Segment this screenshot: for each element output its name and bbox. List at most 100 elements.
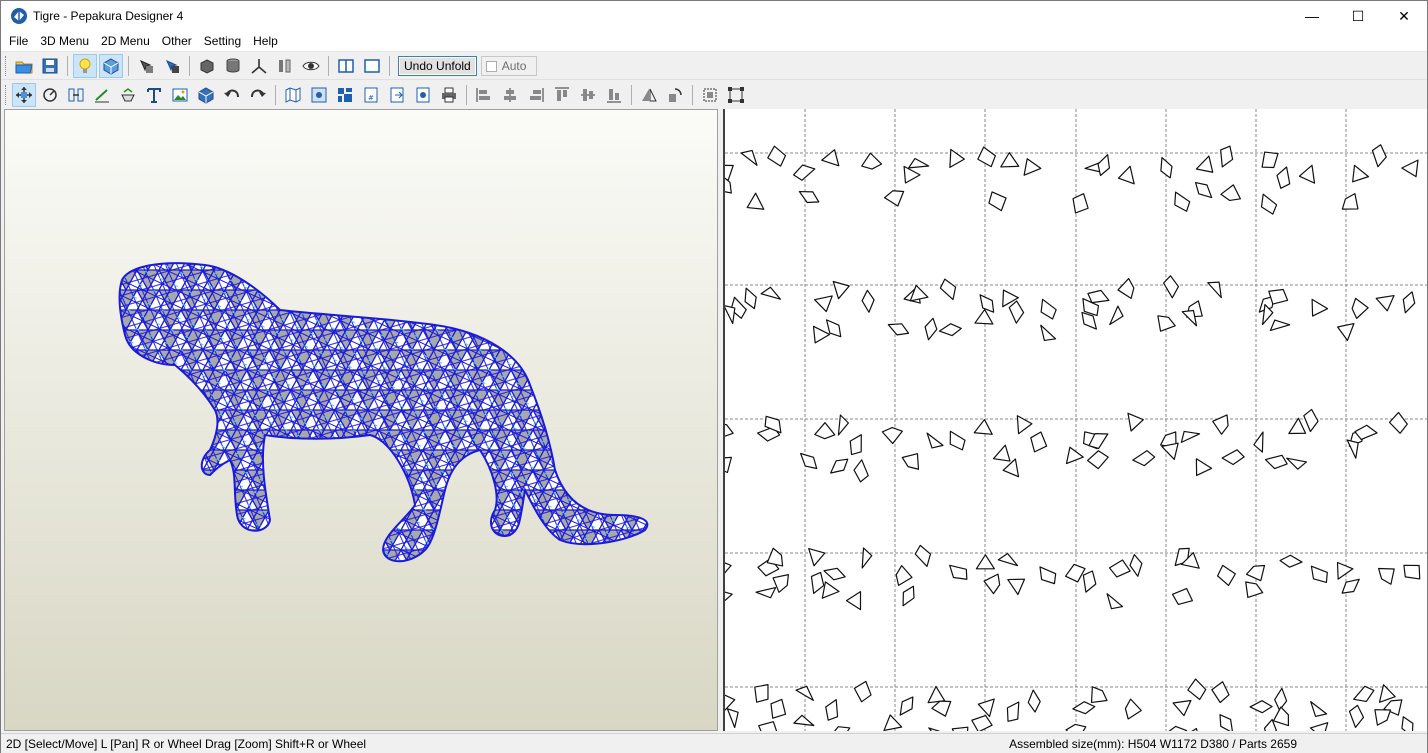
unfolded-part[interactable] [886,319,911,339]
unfolded-part[interactable] [900,448,926,473]
unfolded-part[interactable] [791,161,817,182]
title-bar[interactable]: Tigre - Pepakura Designer 4 — ☐ ✕ [1,1,1427,31]
unfolded-part[interactable] [1206,277,1228,299]
unfolded-part[interactable] [1003,699,1025,725]
unfolded-part[interactable] [1398,714,1418,731]
undo-icon[interactable] [220,83,244,107]
unfolded-part[interactable] [1305,298,1329,320]
menu-setting[interactable]: Setting [198,31,247,51]
unfolded-part[interactable] [1286,457,1308,470]
unfolded-part[interactable] [1264,454,1288,470]
unfolded-part[interactable] [1086,448,1111,471]
unfolded-part[interactable] [938,322,962,337]
unfolded-part[interactable] [1191,178,1215,202]
unfolded-part[interactable] [1309,722,1332,731]
unfolded-part[interactable] [1108,559,1131,578]
unfolded-part[interactable] [895,694,917,719]
menu-2d[interactable]: 2D Menu [95,31,156,51]
unfolded-part[interactable] [1346,164,1370,187]
align-top-icon[interactable] [550,83,574,107]
2d-unfold-panel[interactable] [723,109,1427,731]
save-icon[interactable] [38,54,62,78]
unfolded-part[interactable] [973,418,993,435]
print-preview-icon[interactable] [411,83,435,107]
unfolded-part[interactable] [1245,562,1270,585]
pattern-pages[interactable] [725,109,1427,731]
unfolded-part[interactable] [755,586,778,602]
unfolded-part[interactable] [827,455,852,478]
unfolded-part[interactable] [808,544,828,567]
unfolded-part[interactable] [1217,144,1236,169]
unfolded-part[interactable] [764,144,788,170]
unfolded-part[interactable] [1339,191,1364,217]
unfolded-part[interactable] [1189,458,1213,480]
flaps-icon[interactable] [273,54,297,78]
texture-cube-icon[interactable] [99,54,123,78]
cylinder-icon[interactable] [221,54,245,78]
unfolded-part[interactable] [807,325,831,347]
unfolded-part[interactable] [861,289,875,313]
unfolded-part[interactable] [1303,408,1319,433]
unfolded-part[interactable] [743,192,765,215]
unfolded-part[interactable] [769,698,788,720]
unfolded-part[interactable] [1007,572,1030,596]
unfolded-part[interactable] [1109,305,1126,327]
group-icon[interactable] [724,83,748,107]
close-button[interactable]: ✕ [1381,1,1427,31]
unfolded-part[interactable] [1008,300,1025,324]
unfolded-part[interactable] [797,449,821,473]
unfolded-part[interactable] [1215,711,1237,731]
unfolded-part[interactable] [1298,164,1316,185]
unfolded-part[interactable] [944,428,969,454]
unfolded-part[interactable] [1035,324,1057,345]
single-view-icon[interactable] [360,54,384,78]
image-icon[interactable] [168,83,192,107]
unfolded-part[interactable] [1127,411,1145,432]
flip-icon[interactable] [637,83,661,107]
unfolded-part[interactable] [1072,193,1090,215]
unfolded-part[interactable] [1334,319,1355,342]
unfolded-part[interactable] [822,697,842,722]
unfolded-part[interactable] [974,145,999,171]
undo-unfold-button[interactable]: Undo Unfold [398,56,477,76]
page-number-icon[interactable]: # [359,83,383,107]
unfolded-part[interactable] [860,152,883,170]
text-icon[interactable] [142,83,166,107]
unfolded-part[interactable] [1116,165,1135,187]
unfolded-part[interactable] [1220,183,1243,203]
unfolded-part[interactable] [975,291,998,316]
unfolded-part[interactable] [1016,415,1033,435]
menu-3d[interactable]: 3D Menu [34,31,95,51]
unfolded-part[interactable] [1019,155,1042,176]
unfolded-part[interactable] [760,286,782,300]
unfolded-part[interactable] [913,543,934,569]
split-view-icon[interactable] [334,54,358,78]
unfolded-part[interactable] [1195,155,1219,179]
unfolded-part[interactable] [1169,189,1193,215]
solid-box-icon[interactable] [195,54,219,78]
unfolded-part[interactable] [726,705,744,729]
minimize-button[interactable]: — [1289,1,1335,31]
align-left-icon[interactable] [472,83,496,107]
unfolded-part[interactable] [1239,579,1264,603]
unfolded-part[interactable] [1171,587,1193,606]
unfolded-part[interactable] [1348,704,1365,729]
select-face-icon[interactable] [160,54,184,78]
unfolded-part[interactable] [1330,557,1354,580]
unfolded-part[interactable] [725,454,736,477]
flap-icon[interactable] [116,83,140,107]
unfolded-part[interactable] [1279,554,1303,569]
3d-view-panel[interactable] [4,109,718,731]
unfolded-part[interactable] [1124,698,1142,721]
unfolded-part[interactable] [1152,312,1177,336]
unfolded-part[interactable] [740,146,762,166]
unfolded-part[interactable] [1256,191,1279,217]
unfolded-part[interactable] [813,295,836,313]
unfolded-part[interactable] [1338,575,1363,598]
edge-line-icon[interactable] [90,83,114,107]
unfolded-part[interactable] [725,560,732,578]
unfolded-part[interactable] [1214,562,1238,587]
select-move-icon[interactable] [12,82,36,107]
unfolded-part[interactable] [751,681,772,705]
unfolded-part[interactable] [1400,290,1418,315]
